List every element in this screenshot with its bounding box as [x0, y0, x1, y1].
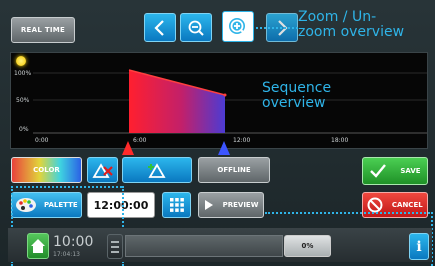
status-clock: 10:00	[53, 234, 94, 250]
delete-point-icon	[91, 163, 113, 178]
app-frame: REAL TIME Zoom / Un- zoom overview 100% …	[0, 0, 435, 266]
sequence-graph	[33, 69, 427, 134]
offline-button[interactable]: OFFLINE	[198, 157, 270, 183]
delete-point-button[interactable]	[87, 157, 118, 183]
cancel-icon	[367, 197, 383, 213]
y-tick-100: 100%	[14, 70, 32, 77]
zoom-out-button[interactable]	[180, 13, 212, 42]
sun-icon	[16, 56, 26, 66]
zoom-annotation: Zoom / Un- zoom overview	[298, 9, 405, 40]
guide-horizontal-right	[265, 212, 433, 214]
sequence-shape	[129, 70, 225, 133]
marker-end	[218, 141, 230, 155]
checkmark-icon	[370, 164, 387, 178]
timeline-markers	[122, 141, 230, 155]
preview-button[interactable]: PREVIEW	[198, 192, 264, 218]
cancel-button[interactable]: CANCEL	[362, 192, 428, 218]
play-icon	[204, 200, 213, 210]
menu-icon	[111, 240, 119, 253]
menu-button[interactable]	[107, 234, 123, 259]
realtime-button[interactable]: REAL TIME	[11, 17, 75, 43]
save-button[interactable]: SAVE	[362, 157, 428, 185]
y-tick-50: 50%	[16, 97, 30, 104]
y-tick-0: 0%	[19, 126, 29, 133]
sequence-annotation: Sequence overview	[262, 80, 332, 111]
cancel-label: CANCEL	[391, 201, 423, 209]
grid-icon	[169, 198, 184, 212]
marker-start	[122, 141, 134, 155]
time-field[interactable]: 12:00:00	[87, 192, 155, 218]
palette-button[interactable]: PALETTE	[11, 192, 82, 218]
status-date: 17:04:13	[53, 251, 80, 258]
add-point-icon	[148, 163, 166, 178]
chevron-left-icon	[154, 19, 164, 36]
progress-bar	[125, 235, 283, 257]
info-icon: i	[416, 238, 422, 255]
palette-icon	[16, 198, 37, 212]
sequence-overview-chart[interactable]: 100% 50% 0% 0:00 6:00 12:00 18:00 Sequen…	[10, 52, 428, 149]
save-label: SAVE	[400, 167, 421, 175]
color-button[interactable]: COLOR	[11, 157, 82, 183]
zoom-out-icon	[188, 20, 204, 36]
palette-label: PALETTE	[44, 201, 78, 209]
info-button[interactable]: i	[409, 233, 429, 260]
grid-button[interactable]	[162, 192, 191, 218]
back-button[interactable]	[144, 13, 176, 42]
progress-percent: 0%	[284, 235, 331, 257]
zoom-in-icon	[229, 17, 247, 36]
zoom-in-button[interactable]	[222, 11, 254, 42]
home-icon	[31, 239, 45, 253]
add-point-button[interactable]	[122, 157, 192, 183]
guide-horizontal-left	[11, 186, 122, 188]
home-button[interactable]	[27, 233, 49, 259]
preview-label: PREVIEW	[222, 201, 259, 209]
zoom-annotation-connector	[256, 27, 298, 29]
